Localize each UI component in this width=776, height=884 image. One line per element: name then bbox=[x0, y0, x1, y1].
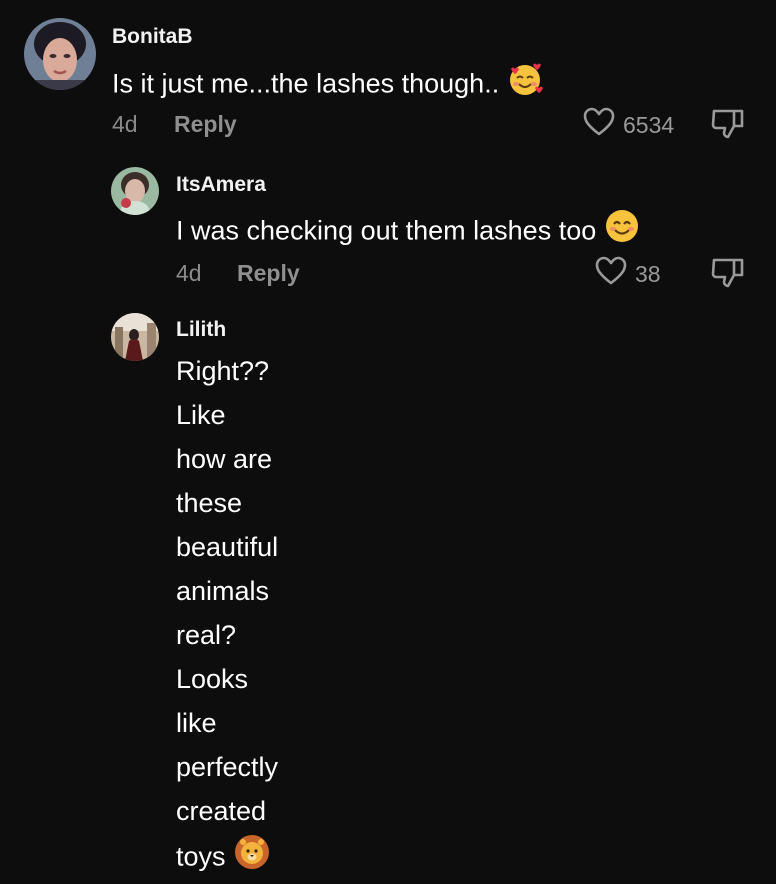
comment-body: Is it just me...the lashes though.. bbox=[112, 68, 500, 99]
comment-body: I was checking out them lashes too bbox=[176, 215, 597, 246]
comment-line: animals real? Looks like perfectly creat… bbox=[176, 576, 279, 826]
avatar[interactable] bbox=[111, 167, 159, 215]
like-count: 38 bbox=[635, 260, 661, 287]
comment-line: Right?? Like how are these beautiful bbox=[176, 356, 279, 562]
comment-line-last: toys bbox=[176, 833, 278, 884]
username[interactable]: BonitaB bbox=[112, 25, 193, 49]
comment-age: 4d bbox=[112, 111, 138, 137]
username[interactable]: ItsAmera bbox=[176, 173, 266, 197]
like-count: 6534 bbox=[623, 111, 675, 138]
dislike-button[interactable] bbox=[711, 257, 745, 294]
like-button[interactable]: 6534 bbox=[583, 107, 674, 143]
like-button[interactable]: 38 bbox=[595, 256, 661, 292]
lion-face-icon bbox=[233, 833, 271, 884]
comment-age: 4d bbox=[176, 260, 202, 286]
comment-text: Is it just me...the lashes though.. bbox=[112, 61, 543, 110]
reply-button[interactable]: Reply bbox=[237, 260, 300, 287]
heart-icon bbox=[595, 256, 627, 292]
avatar[interactable] bbox=[111, 313, 159, 361]
reply-button[interactable]: Reply bbox=[174, 111, 237, 138]
smiling-face-icon bbox=[604, 208, 640, 257]
dislike-button[interactable] bbox=[711, 108, 745, 145]
avatar[interactable] bbox=[24, 18, 96, 90]
comment-text: I was checking out them lashes too bbox=[176, 208, 640, 257]
smiling-face-with-hearts-icon bbox=[507, 61, 543, 110]
heart-icon bbox=[583, 107, 615, 143]
thumbs-down-icon bbox=[711, 258, 744, 288]
comment-line: toys bbox=[176, 841, 226, 872]
comment-text: Right?? Like how are these beautiful ani… bbox=[176, 349, 278, 884]
username[interactable]: Lilith bbox=[176, 318, 226, 342]
thumbs-down-icon bbox=[711, 109, 744, 139]
